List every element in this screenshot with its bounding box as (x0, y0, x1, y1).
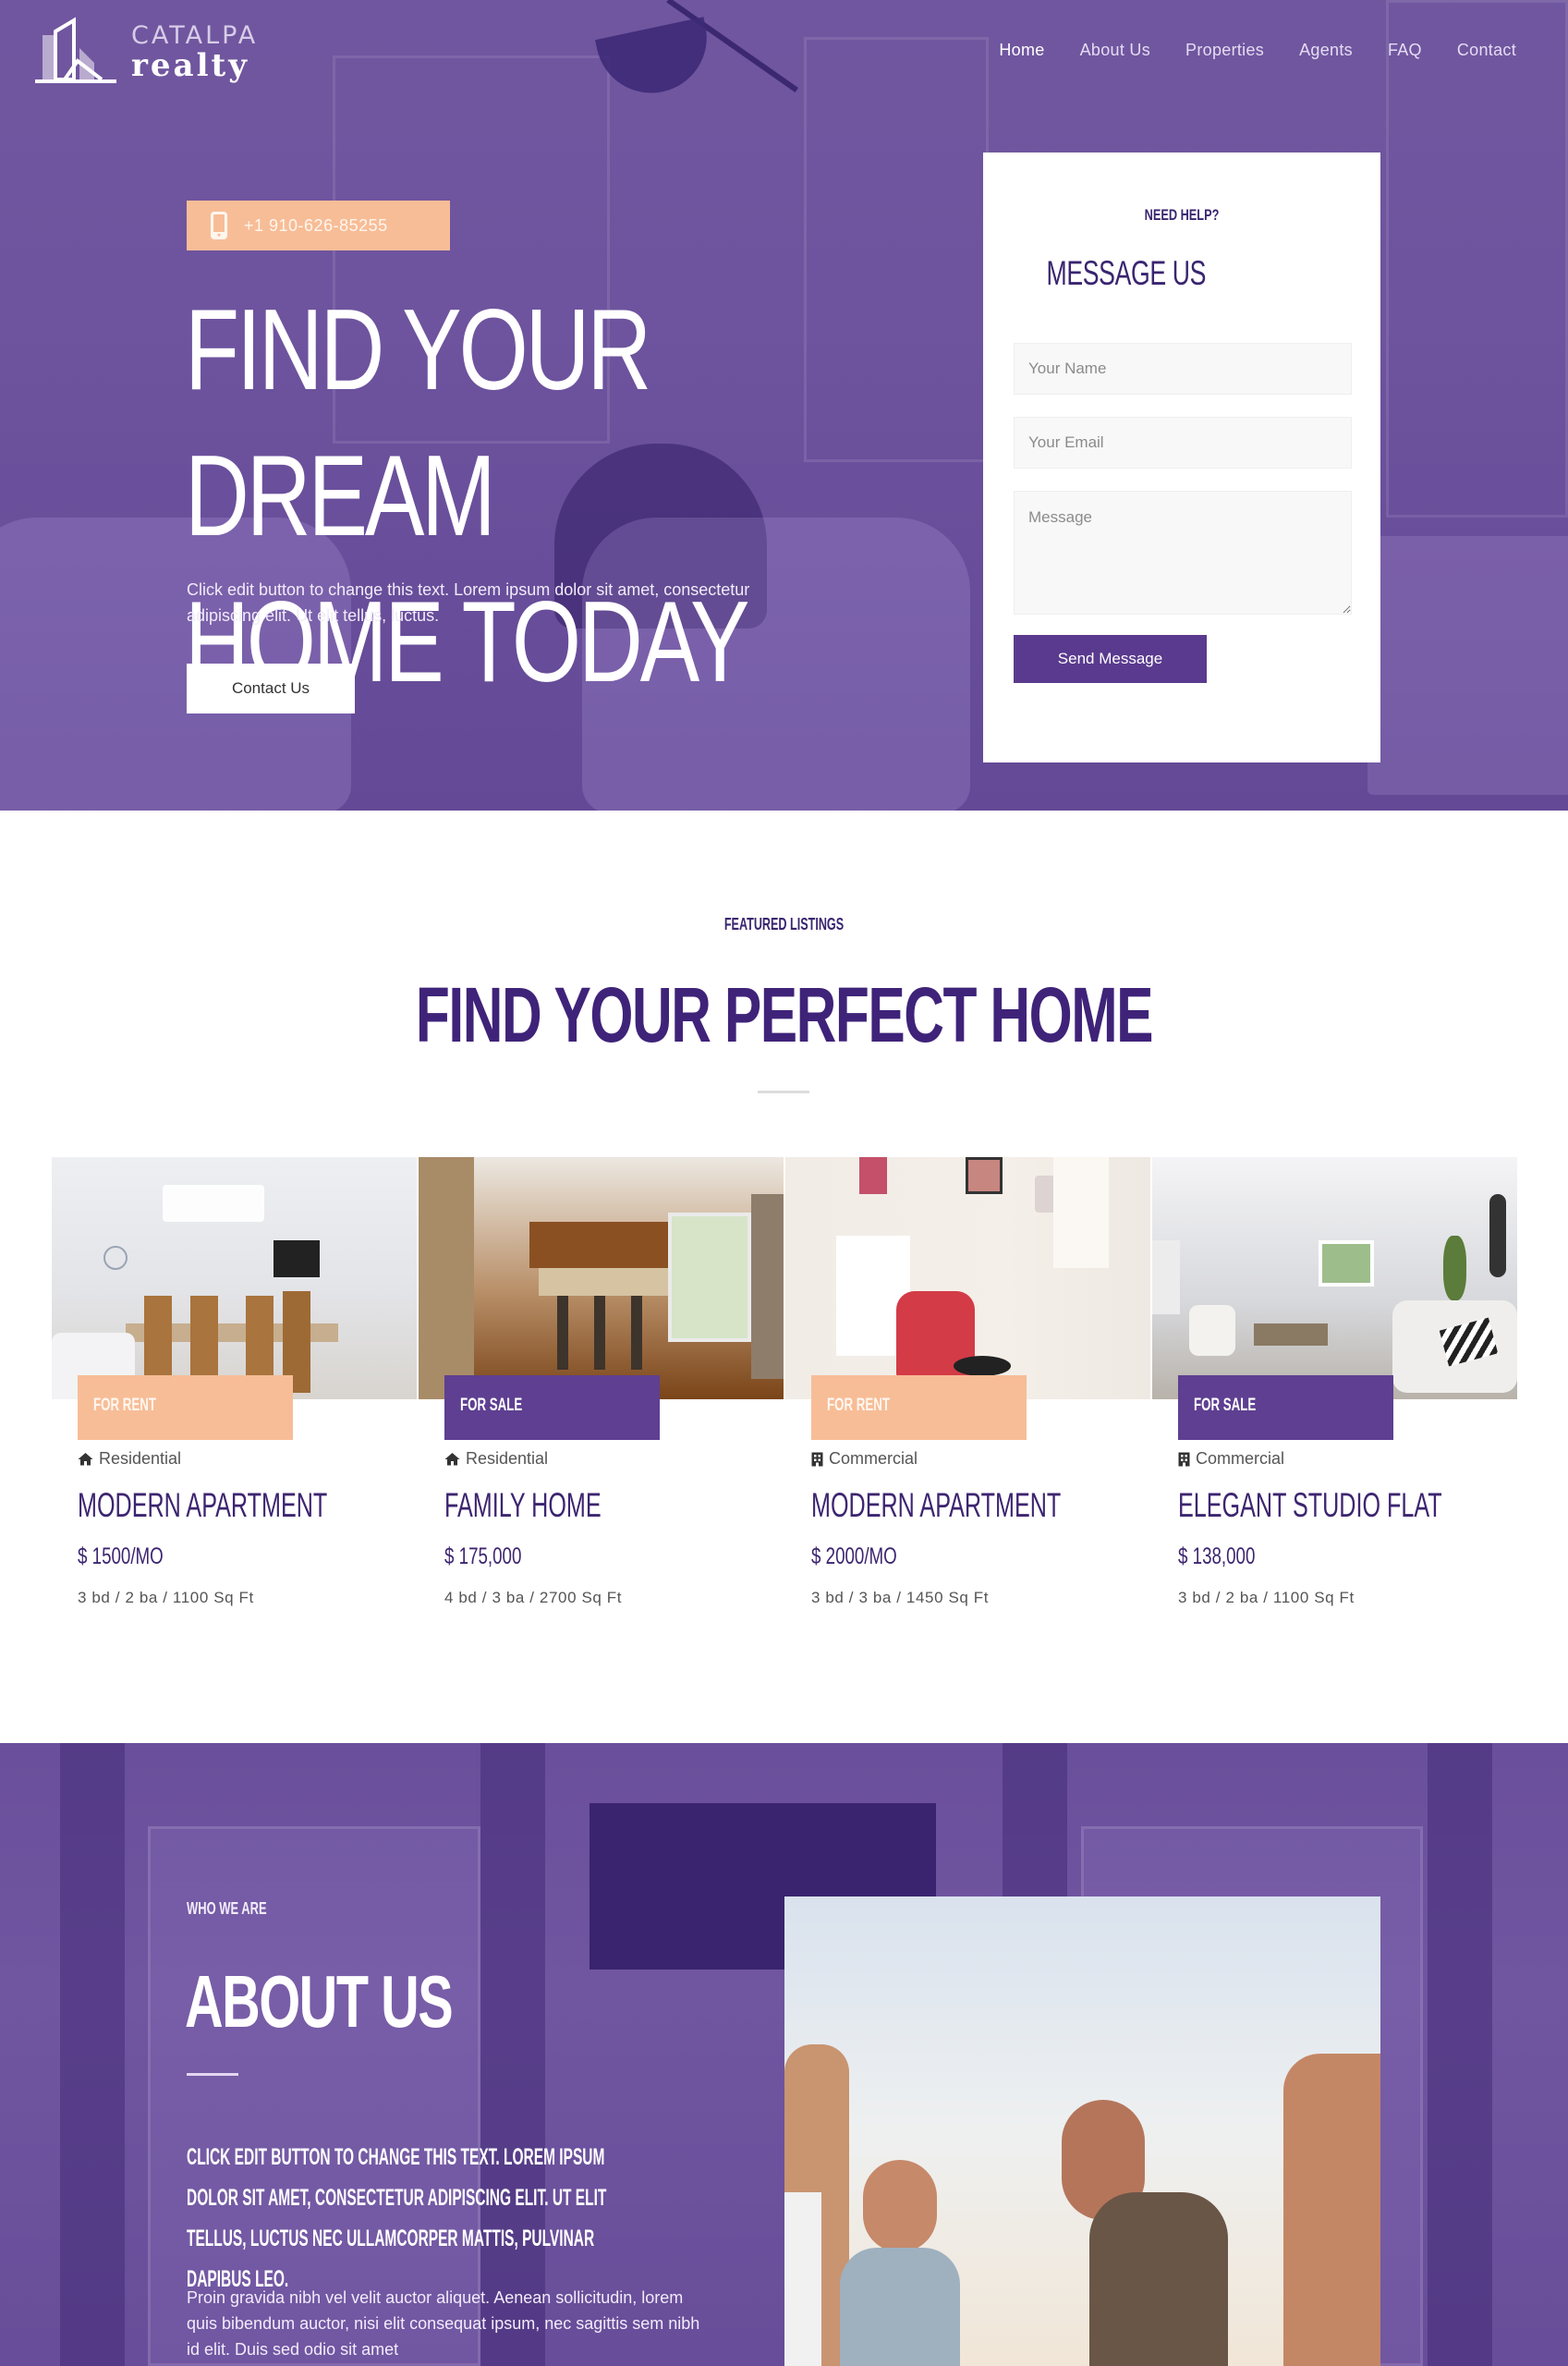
contact-us-button[interactable]: Contact Us (187, 664, 355, 713)
background-window (1386, 0, 1568, 518)
listing-category: Residential (78, 1449, 181, 1469)
nav-home[interactable]: Home (999, 41, 1044, 60)
email-input[interactable] (1014, 417, 1352, 469)
listing-photo-dining-room[interactable] (52, 1157, 417, 1399)
listing-badge-for-rent: FOR RENT (811, 1375, 1027, 1440)
about-title: ABOUT US (185, 1960, 454, 2043)
home-icon (444, 1453, 460, 1466)
building-logo-icon (35, 17, 116, 83)
contact-form-title: MESSAGE US (1046, 254, 1207, 292)
nav-about-us[interactable]: About Us (1080, 41, 1150, 60)
site-logo[interactable]: CATALPA realty (35, 15, 258, 89)
listing-badge-for-sale: FOR SALE (1178, 1375, 1393, 1440)
nav-faq[interactable]: FAQ (1388, 41, 1422, 60)
background-curtain (60, 1743, 125, 2366)
about-lead-text: CLICK EDIT BUTTON TO CHANGE THIS TEXT. L… (187, 2144, 607, 2292)
contact-form-card: NEED HELP? MESSAGE US Send Message (983, 152, 1380, 762)
building-icon (1178, 1452, 1190, 1466)
logo-subname: realty (131, 46, 249, 84)
listing-title[interactable]: MODERN APARTMENT (811, 1486, 1061, 1525)
listing-category: Commercial (1178, 1449, 1284, 1469)
about-divider (187, 2073, 238, 2076)
listing-category: Commercial (811, 1449, 918, 1469)
hero-title-line-1: FIND YOUR DREAM (185, 287, 651, 560)
listing-title[interactable]: MODERN APARTMENT (78, 1486, 327, 1525)
listing-price: $ 1500/MO (78, 1543, 164, 1569)
main-nav: Home About Us Properties Agents FAQ Cont… (999, 41, 1516, 60)
listings-kicker: FEATURED LISTINGS (723, 915, 845, 933)
listing-card[interactable]: FOR SALE Residential FAMILY HOME $ 175,0… (419, 1157, 784, 1638)
nav-contact[interactable]: Contact (1457, 41, 1516, 60)
background-shelf (1367, 536, 1568, 795)
nav-agents[interactable]: Agents (1299, 41, 1353, 60)
listing-title[interactable]: ELEGANT STUDIO FLAT (1178, 1486, 1442, 1525)
about-kicker: WHO WE ARE (187, 1899, 267, 1918)
listing-specs: 3 bd / 2 ba / 1100 Sq Ft (1178, 1589, 1355, 1606)
about-body-text: Proin gravida nibh vel velit auctor aliq… (187, 2288, 700, 2359)
logo-name: CATALPA (131, 20, 259, 50)
listing-category: Residential (444, 1449, 548, 1469)
building-icon (811, 1452, 823, 1466)
listing-specs: 3 bd / 3 ba / 1450 Sq Ft (811, 1589, 990, 1606)
background-curtain (1428, 1743, 1492, 2366)
listing-badge-for-sale: FOR SALE (444, 1375, 660, 1440)
about-team-photo (784, 1896, 1380, 2366)
hero-title: FIND YOUR DREAM HOME TODAY (185, 277, 761, 715)
listing-photo-kitchen[interactable] (419, 1157, 784, 1399)
listing-price: $ 2000/MO (811, 1543, 897, 1569)
listing-specs: 4 bd / 3 ba / 2700 Sq Ft (444, 1589, 623, 1606)
listing-price: $ 138,000 (1178, 1543, 1256, 1569)
listing-badge-for-rent: FOR RENT (78, 1375, 293, 1440)
name-input[interactable] (1014, 343, 1352, 395)
hero-section: CATALPA realty Home About Us Properties … (0, 0, 1568, 811)
phone-number: +1 910-626-85255 (244, 215, 388, 235)
home-icon (78, 1453, 93, 1466)
listing-specs: 3 bd / 2 ba / 1100 Sq Ft (78, 1589, 254, 1606)
listing-card[interactable]: FOR RENT Residential MODERN APARTMENT $ … (52, 1157, 417, 1638)
phone-badge[interactable]: +1 910-626-85255 (187, 201, 450, 250)
listings-divider (758, 1091, 809, 1093)
listing-title[interactable]: FAMILY HOME (444, 1486, 602, 1525)
background-window (804, 37, 989, 462)
contact-form-kicker: NEED HELP? (1144, 206, 1220, 224)
listing-card[interactable]: FOR SALE Commercial ELEGANT STUDIO FLAT … (1152, 1157, 1517, 1638)
hero-description: Click edit button to change this text. L… (187, 580, 750, 625)
message-textarea[interactable] (1014, 491, 1352, 615)
listing-photo-living-room[interactable] (785, 1157, 1150, 1399)
nav-properties[interactable]: Properties (1185, 41, 1264, 60)
listing-price: $ 175,000 (444, 1543, 522, 1569)
send-message-button[interactable]: Send Message (1014, 635, 1207, 683)
mobile-phone-icon (211, 212, 227, 239)
listing-card[interactable]: FOR RENT Commercial MODERN APARTMENT $ 2… (785, 1157, 1150, 1638)
listings-grid: FOR RENT Residential MODERN APARTMENT $ … (52, 1157, 1517, 1638)
background-lamp (595, 17, 717, 104)
listings-title: FIND YOUR PERFECT HOME (415, 971, 1154, 1058)
listing-photo-lounge[interactable] (1152, 1157, 1517, 1399)
